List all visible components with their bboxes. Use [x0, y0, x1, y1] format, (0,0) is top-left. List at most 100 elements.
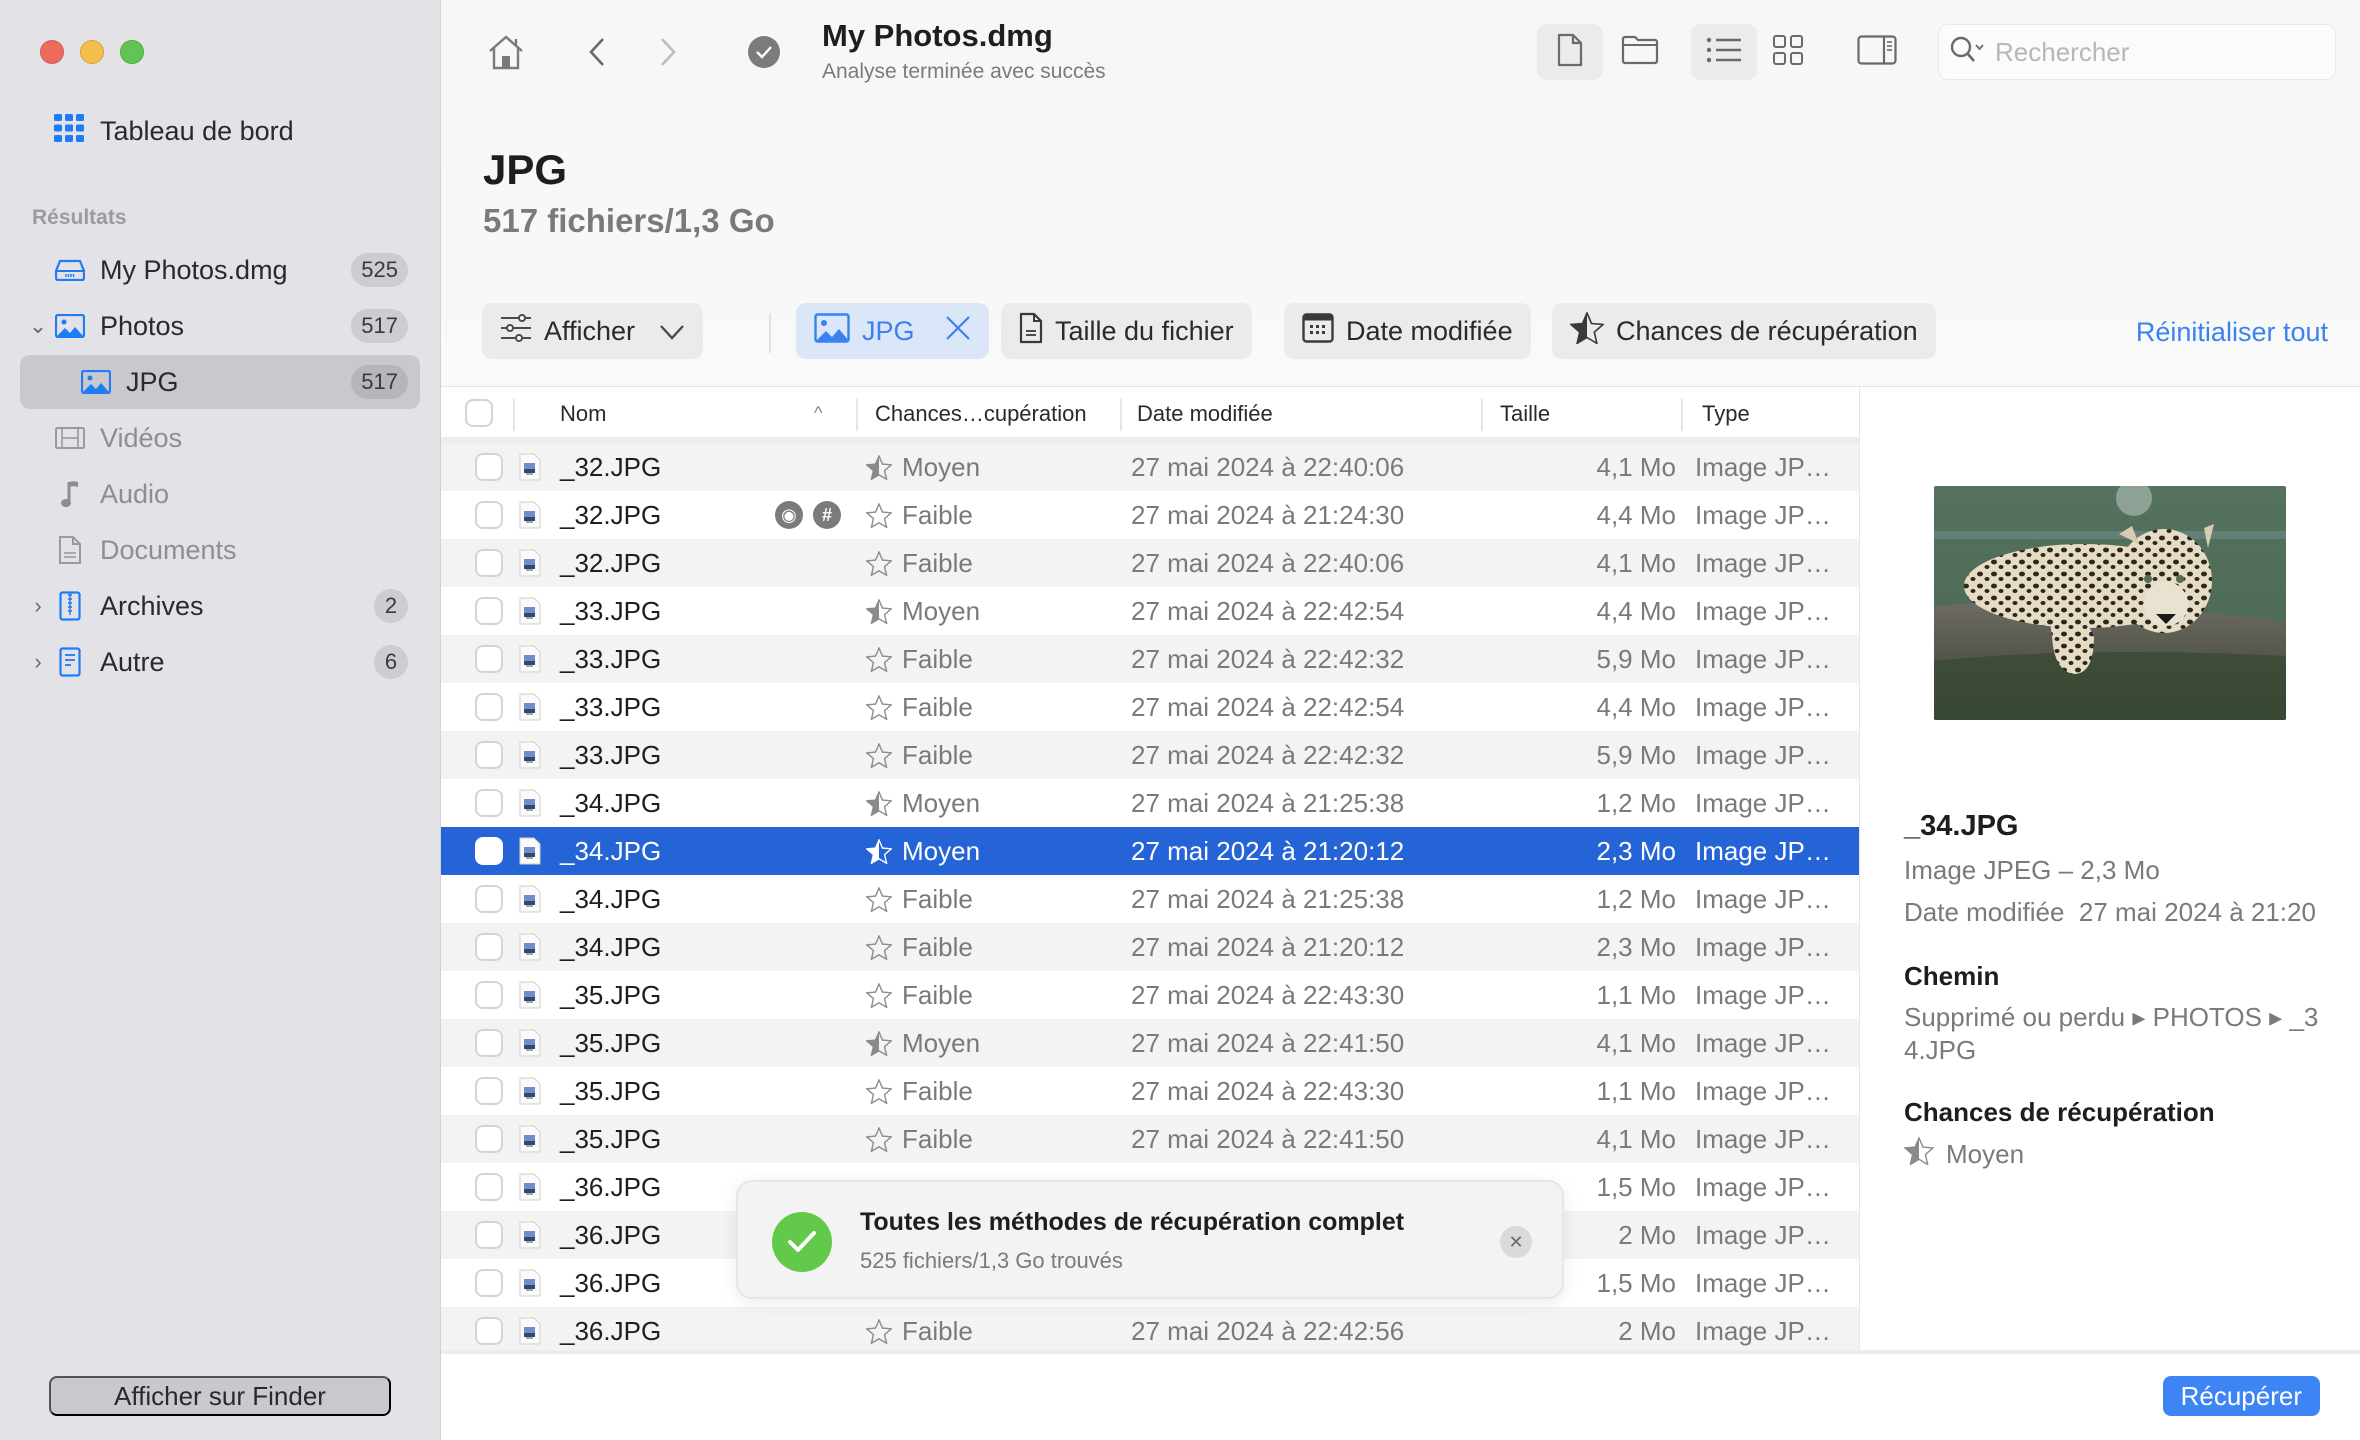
chevron-down-icon[interactable]: ⌄ [28, 313, 48, 339]
file-size-filter-chip[interactable]: Taille du fichier [1001, 303, 1252, 359]
row-checkbox[interactable] [475, 827, 503, 875]
column-header-size[interactable]: Taille [1500, 401, 1550, 427]
empty-star-icon [866, 1318, 892, 1344]
table-row[interactable]: _32.JPG Faible 27 mai 2024 à 22:40:06 4,1 M… [441, 539, 1859, 587]
date-modified: 27 mai 2024 à 22:42:32 [1131, 739, 1405, 770]
sort-ascending-icon[interactable]: ^ [814, 403, 822, 424]
row-checkbox[interactable] [475, 923, 503, 971]
jpg-filter-label: JPG [862, 315, 915, 346]
file-size: 2 Mo [1618, 1315, 1676, 1346]
minimize-window-button[interactable] [80, 40, 104, 64]
recovery-chance-label: Faible [902, 979, 973, 1010]
chevron-right-icon[interactable]: › [28, 593, 48, 619]
column-separator [1681, 399, 1683, 431]
sidebar-item-label: My Photos.dmg [100, 254, 288, 285]
row-checkbox[interactable] [475, 683, 503, 731]
column-header-recovery-chance[interactable]: Chances…cupération [875, 401, 1087, 427]
eye-preview-icon[interactable]: ◉ [775, 501, 803, 529]
search-field[interactable] [1938, 24, 2336, 80]
sidebar-item-jpg[interactable]: JPG 517 [20, 355, 420, 409]
forward-button[interactable] [644, 30, 692, 78]
table-row[interactable]: _35.JPG Moyen 27 mai 2024 à 22:41:50 4,1 Mo… [441, 1019, 1859, 1067]
date-modified: 27 mai 2024 à 21:24:30 [1131, 499, 1405, 530]
row-checkbox[interactable] [475, 635, 503, 683]
home-button[interactable] [482, 30, 530, 78]
file-name: _35.JPG [560, 1123, 662, 1154]
table-row[interactable]: _35.JPG Faible 27 mai 2024 à 22:43:30 1,1 M… [441, 1067, 1859, 1115]
row-checkbox[interactable] [475, 587, 503, 635]
back-button[interactable] [573, 30, 621, 78]
chevron-right-icon[interactable]: › [28, 649, 48, 675]
recover-button[interactable]: Récupérer [2162, 1376, 2320, 1416]
row-checkbox[interactable] [475, 491, 503, 539]
sidebar-item-audio[interactable]: Audio [20, 467, 420, 521]
row-checkbox[interactable] [475, 1307, 503, 1350]
sidebar-item-archives[interactable]: › Archives 2 [20, 579, 420, 633]
window-controls [40, 40, 144, 64]
table-row[interactable]: _33.JPG Faible 27 mai 2024 à 22:42:54 4,4 M… [441, 683, 1859, 731]
zoom-window-button[interactable] [120, 40, 144, 64]
table-row[interactable]: _34.JPG Faible 27 mai 2024 à 21:25:38 1,2 M… [441, 875, 1859, 923]
date-modified-filter-chip[interactable]: Date modifiée [1284, 303, 1531, 359]
list-view-button[interactable] [1691, 24, 1757, 80]
close-toast-button[interactable]: ✕ [1500, 1226, 1532, 1258]
empty-star-icon [866, 982, 892, 1008]
jpg-filter-chip[interactable]: JPG [796, 303, 989, 359]
row-checkbox[interactable] [475, 1115, 503, 1163]
select-all-checkbox[interactable] [465, 399, 493, 427]
table-row[interactable]: _33.JPG Moyen 27 mai 2024 à 22:42:54 4,4 Mo… [441, 587, 1859, 635]
remove-filter-icon[interactable] [945, 315, 971, 348]
row-checkbox[interactable] [475, 779, 503, 827]
file-size-filter-label: Taille du fichier [1055, 315, 1234, 346]
search-input[interactable] [1995, 36, 2315, 68]
photo-icon [814, 312, 850, 350]
row-checkbox[interactable] [475, 1019, 503, 1067]
recovery-chance-filter-chip[interactable]: Chances de récupération [1552, 303, 1936, 359]
table-row[interactable]: _33.JPG Faible 27 mai 2024 à 22:42:32 5,9 M… [441, 731, 1859, 779]
show-filter-dropdown[interactable]: Afficher [482, 303, 704, 359]
sidebar-item-other[interactable]: › Autre 6 [20, 635, 420, 689]
row-checkbox[interactable] [475, 1259, 503, 1307]
row-checkbox[interactable] [475, 539, 503, 587]
jpg-file-icon [519, 443, 541, 491]
sidebar-item-documents[interactable]: Documents [20, 523, 420, 577]
table-row[interactable]: _35.JPG Faible 27 mai 2024 à 22:41:50 4,1 M… [441, 1115, 1859, 1163]
table-row[interactable]: _36.JPG Faible 27 mai 2024 à 22:42:56 2 Mo I… [441, 1307, 1859, 1350]
page-title: JPG [483, 146, 568, 193]
close-window-button[interactable] [40, 40, 64, 64]
table-row[interactable]: _32.JPG Moyen 27 mai 2024 à 22:40:06 4,1 Mo… [441, 443, 1859, 491]
jpg-file-icon [519, 971, 541, 1019]
row-checkbox[interactable] [475, 731, 503, 779]
sidebar-item-my-photos-dmg[interactable]: My Photos.dmg 525 [20, 243, 420, 297]
table-row[interactable]: _32.JPG ◉ # Faible 27 mai 2024 à 21:24:30 4,4… [441, 491, 1859, 539]
file-name: _32.JPG [560, 451, 662, 482]
sidebar-item-label: Autre [100, 646, 165, 677]
reset-all-filters-link[interactable]: Réinitialiser tout [2136, 317, 2328, 348]
row-checkbox[interactable] [475, 1067, 503, 1115]
row-checkbox[interactable] [475, 443, 503, 491]
grid-view-button[interactable] [1755, 24, 1821, 80]
sidebar-item-dashboard[interactable]: Tableau de bord [54, 114, 294, 149]
sidebar-item-photos[interactable]: ⌄ Photos 517 [20, 299, 420, 353]
toggle-preview-panel-button[interactable] [1844, 24, 1910, 80]
column-header-type[interactable]: Type [1702, 401, 1750, 427]
row-checkbox[interactable] [475, 1211, 503, 1259]
image-preview-thumbnail[interactable] [1934, 486, 2286, 720]
folders-view-button[interactable] [1607, 24, 1673, 80]
chevron-down-icon [659, 316, 685, 347]
row-checkbox[interactable] [475, 971, 503, 1019]
row-checkbox[interactable] [475, 875, 503, 923]
table-row[interactable]: _34.JPG Moyen 27 mai 2024 à 21:20:12 2,3 Mo… [441, 827, 1859, 875]
table-row[interactable]: _34.JPG Faible 27 mai 2024 à 21:20:12 2,3 M… [441, 923, 1859, 971]
show-in-finder-button[interactable]: Afficher sur Finder [49, 1376, 391, 1416]
sidebar-item-videos[interactable]: Vidéos [20, 411, 420, 465]
table-row[interactable]: _35.JPG Faible 27 mai 2024 à 22:43:30 1,1 M… [441, 971, 1859, 1019]
table-row[interactable]: _34.JPG Moyen 27 mai 2024 à 21:25:38 1,2 Mo… [441, 779, 1859, 827]
column-header-date-modified[interactable]: Date modifiée [1137, 401, 1273, 427]
file-type: Image JP… [1695, 691, 1831, 722]
row-checkbox[interactable] [475, 1163, 503, 1211]
files-view-button[interactable] [1537, 24, 1603, 80]
hash-icon[interactable]: # [813, 501, 841, 529]
column-header-name[interactable]: Nom [560, 401, 606, 427]
table-row[interactable]: _33.JPG Faible 27 mai 2024 à 22:42:32 5,9 M… [441, 635, 1859, 683]
